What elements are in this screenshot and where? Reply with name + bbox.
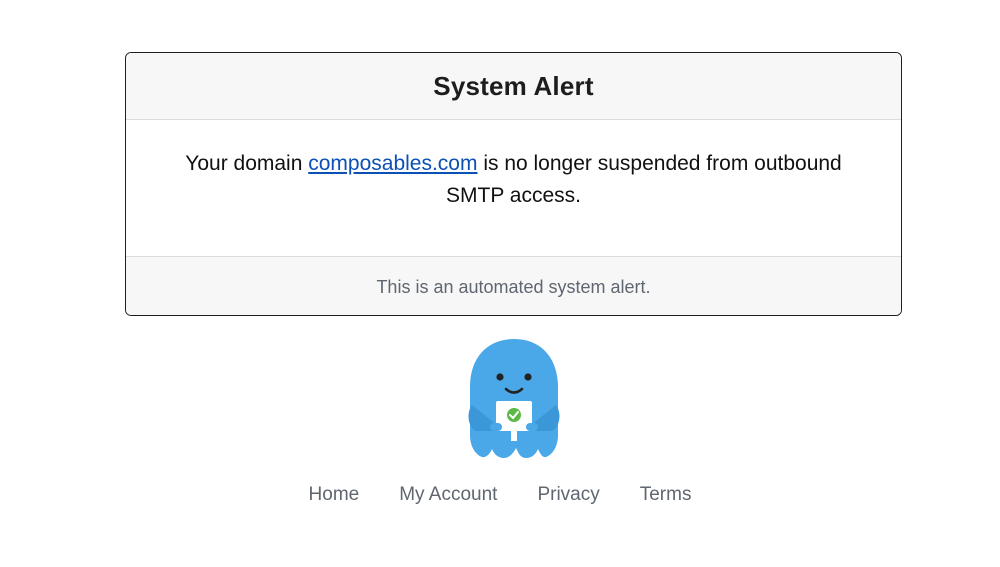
footer-link-privacy[interactable]: Privacy	[537, 484, 599, 506]
alert-title: System Alert	[433, 70, 594, 101]
alert-message-prefix: Your domain	[185, 152, 309, 175]
alert-footer-text: This is an automated system alert.	[376, 276, 651, 297]
footer-link-terms[interactable]: Terms	[640, 484, 692, 506]
alert-card: System Alert Your domain composables.com…	[125, 52, 902, 316]
alert-message: Your domain composables.com is no longer…	[126, 120, 901, 256]
footer-link-home[interactable]: Home	[309, 484, 360, 506]
page: System Alert Your domain composables.com…	[0, 0, 1000, 567]
footer-nav: Home My Account Privacy Terms	[0, 484, 1000, 506]
footer-link-my-account[interactable]: My Account	[399, 484, 497, 506]
domain-link[interactable]: composables.com	[308, 152, 477, 175]
alert-footer: This is an automated system alert.	[126, 256, 901, 315]
mascot-icon	[462, 335, 566, 461]
alert-message-suffix: is no longer suspended from outbound SMT…	[446, 152, 842, 207]
alert-header: System Alert	[126, 53, 901, 120]
